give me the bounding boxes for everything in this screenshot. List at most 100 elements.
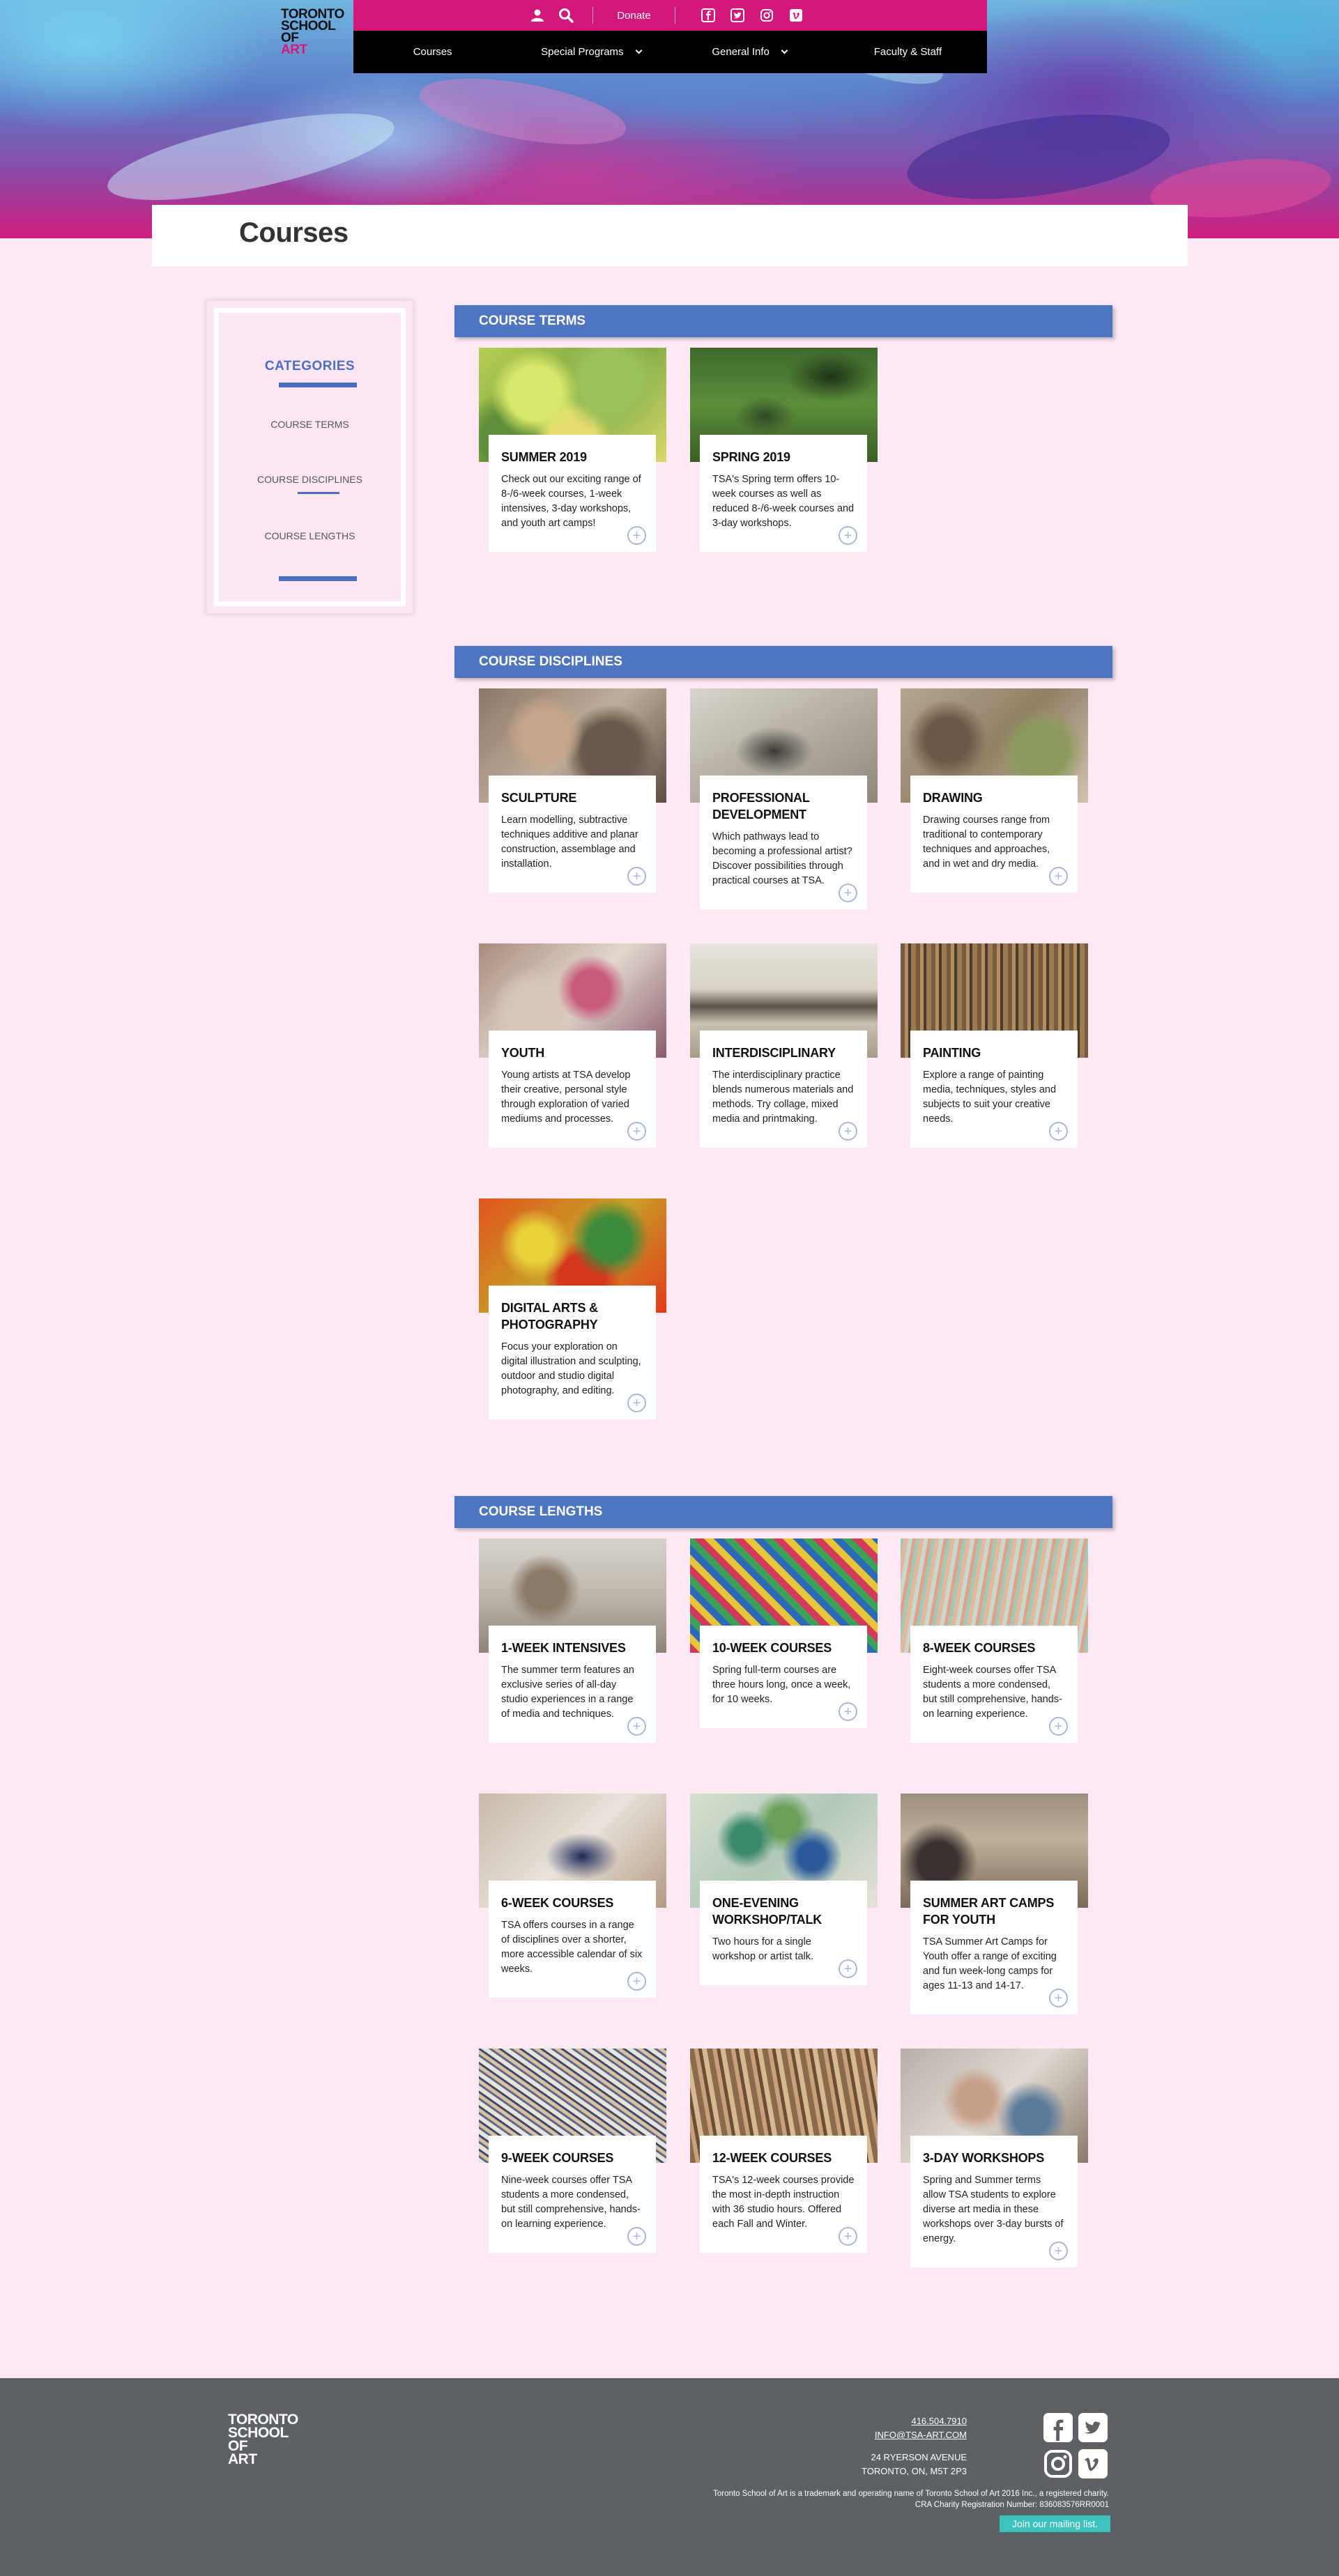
plus-circle-icon[interactable]: + xyxy=(627,1122,646,1141)
plus-circle-icon[interactable]: + xyxy=(1049,1717,1068,1736)
phone-link[interactable]: 416.504.7910 xyxy=(862,2414,967,2428)
site-logo[interactable]: TORONTO SCHOOL OF ART xyxy=(281,8,351,56)
card-title: YOUTH xyxy=(501,1046,545,1060)
instagram-icon[interactable] xyxy=(759,8,774,23)
sidebar-link-course-disciplines[interactable]: COURSE DISCIPLINES xyxy=(219,474,401,485)
card-title: PAINTING xyxy=(923,1046,981,1060)
card-description: Two hours for a single workshop or artis… xyxy=(712,1936,814,1962)
card-title: PROFESSIONAL DEVELOPMENT xyxy=(712,791,810,822)
card-description: Spring full-term courses are three hours… xyxy=(712,1665,851,1705)
instagram-icon[interactable] xyxy=(1043,2449,1073,2478)
nav-item-courses[interactable]: Courses xyxy=(353,31,512,73)
card-title: SCULPTURE xyxy=(501,791,577,805)
donate-link[interactable]: Donate xyxy=(617,10,650,22)
nav-label: General Info xyxy=(712,46,770,58)
plus-circle-icon[interactable]: + xyxy=(1049,1122,1068,1141)
footer-logo[interactable]: TORONTO SCHOOL OF ART xyxy=(228,2412,298,2467)
card-description: Which pathways lead to becoming a profes… xyxy=(712,831,852,886)
categories-sidebar: CATEGORIES COURSE TERMS COURSE DISCIPLIN… xyxy=(206,300,414,615)
card-body: 8-WEEK COURSES Eight-week courses offer … xyxy=(910,1626,1078,1743)
plus-circle-icon[interactable]: + xyxy=(1049,867,1068,886)
footer-legal: Toronto School of Art is a trademark and… xyxy=(713,2488,1109,2511)
footer-social-links xyxy=(1043,2413,1108,2478)
sidebar-title-underline xyxy=(279,383,357,387)
sidebar-bottom-bar xyxy=(279,576,357,581)
plus-circle-icon[interactable]: + xyxy=(1049,2242,1068,2260)
plus-circle-icon[interactable]: + xyxy=(839,884,857,902)
plus-circle-icon[interactable]: + xyxy=(839,1122,857,1141)
plus-circle-icon[interactable]: + xyxy=(627,2227,646,2246)
footer-contact: 416.504.7910 INFO@TSA-ART.COM 24 RYERSON… xyxy=(862,2414,967,2478)
divider xyxy=(592,7,594,24)
card-description: TSA's 12-week courses provide the most i… xyxy=(712,2175,855,2230)
section-header-course-lengths: COURSE LENGTHS xyxy=(454,1496,1112,1528)
card-title: SUMMER 2019 xyxy=(501,450,587,464)
facebook-icon[interactable] xyxy=(701,8,716,23)
card-body: PROFESSIONAL DEVELOPMENT Which pathways … xyxy=(700,776,867,909)
facebook-icon[interactable] xyxy=(1043,2413,1073,2442)
card-description: Spring and Summer terms allow TSA studen… xyxy=(923,2175,1064,2244)
nav-item-faculty-staff[interactable]: Faculty & Staff xyxy=(829,31,987,73)
card-description: Nine-week courses offer TSA students a m… xyxy=(501,2175,641,2230)
mailing-list-button[interactable]: Join our mailing list. xyxy=(1000,2515,1110,2532)
card-description: Explore a range of painting media, techn… xyxy=(923,1070,1057,1125)
card-title: 12-WEEK COURSES xyxy=(712,2151,832,2165)
utility-bar: Donate xyxy=(353,0,987,31)
card-body: SUMMER 2019 Check out our exciting range… xyxy=(489,435,656,552)
card-body: DRAWING Drawing courses range from tradi… xyxy=(910,776,1078,893)
nav-label: Faculty & Staff xyxy=(873,46,942,58)
card-title: 9-WEEK COURSES xyxy=(501,2151,614,2165)
plus-circle-icon[interactable]: + xyxy=(627,1717,646,1736)
plus-circle-icon[interactable]: + xyxy=(839,1702,857,1721)
card-title: 10-WEEK COURSES xyxy=(712,1641,832,1655)
section-header-course-terms: COURSE TERMS xyxy=(454,305,1112,337)
sidebar-link-course-terms[interactable]: COURSE TERMS xyxy=(219,419,401,430)
plus-circle-icon[interactable]: + xyxy=(839,1959,857,1978)
sidebar-active-indicator xyxy=(298,492,339,494)
plus-circle-icon[interactable]: + xyxy=(1049,1989,1068,2007)
card-body: 3-DAY WORKSHOPS Spring and Summer terms … xyxy=(910,2136,1078,2267)
nav-item-general-info[interactable]: General Info xyxy=(671,31,829,73)
twitter-icon[interactable] xyxy=(730,8,745,23)
card-description: TSA's Spring term offers 10-week courses… xyxy=(712,474,855,529)
card-body: 1-WEEK INTENSIVES The summer term featur… xyxy=(489,1626,656,1743)
nav-label: Special Programs xyxy=(541,46,624,58)
section-header-course-disciplines: COURSE DISCIPLINES xyxy=(454,646,1112,678)
card-body: 12-WEEK COURSES TSA's 12-week courses pr… xyxy=(700,2136,867,2253)
address-line: TORONTO, ON, M5T 2P3 xyxy=(862,2466,967,2476)
card-body: SCULPTURE Learn modelling, subtractive t… xyxy=(489,776,656,893)
sidebar-link-course-lengths[interactable]: COURSE LENGTHS xyxy=(219,530,401,541)
plus-circle-icon[interactable]: + xyxy=(627,1972,646,1991)
card-body: 10-WEEK COURSES Spring full-term courses… xyxy=(700,1626,867,1728)
plus-circle-icon[interactable]: + xyxy=(839,526,857,545)
vimeo-icon[interactable] xyxy=(1078,2449,1108,2478)
card-description: TSA Summer Art Camps for Youth offer a r… xyxy=(923,1936,1057,1991)
charity-number: CRA Charity Registration Number: 8360835… xyxy=(915,2501,1109,2509)
card-title: 8-WEEK COURSES xyxy=(923,1641,1036,1655)
card-body: 9-WEEK COURSES Nine-week courses offer T… xyxy=(489,2136,656,2253)
page-title-box: Courses xyxy=(152,205,1188,266)
logo-line: ART xyxy=(281,43,307,57)
card-body: SUMMER ART CAMPS FOR YOUTH TSA Summer Ar… xyxy=(910,1881,1078,2014)
site-footer: TORONTO SCHOOL OF ART 416.504.7910 INFO@… xyxy=(0,2378,1339,2576)
plus-circle-icon[interactable]: + xyxy=(839,2227,857,2246)
card-body: 6-WEEK COURSES TSA offers courses in a r… xyxy=(489,1881,656,1998)
email-link[interactable]: INFO@TSA-ART.COM xyxy=(862,2428,967,2442)
card-description: The summer term features an exclusive se… xyxy=(501,1665,634,1720)
address-line: 24 RYERSON AVENUE xyxy=(871,2452,967,2462)
card-title: ONE-EVENING WORKSHOP/TALK xyxy=(712,1896,822,1927)
card-title: 1-WEEK INTENSIVES xyxy=(501,1641,626,1655)
chevron-down-icon xyxy=(781,47,788,54)
page-title: Courses xyxy=(239,217,349,248)
vimeo-icon[interactable] xyxy=(788,8,804,23)
twitter-icon[interactable] xyxy=(1078,2413,1108,2442)
plus-circle-icon[interactable]: + xyxy=(627,1394,646,1412)
card-title: DRAWING xyxy=(923,791,983,805)
user-icon[interactable] xyxy=(530,8,545,23)
plus-circle-icon[interactable]: + xyxy=(627,526,646,545)
plus-circle-icon[interactable]: + xyxy=(627,867,646,886)
legal-text: Toronto School of Art is a trademark and… xyxy=(713,2490,1109,2498)
search-icon[interactable] xyxy=(558,7,574,24)
card-body: DIGITAL ARTS & PHOTOGRAPHY Focus your ex… xyxy=(489,1286,656,1419)
nav-item-special-programs[interactable]: Special Programs xyxy=(512,31,670,73)
